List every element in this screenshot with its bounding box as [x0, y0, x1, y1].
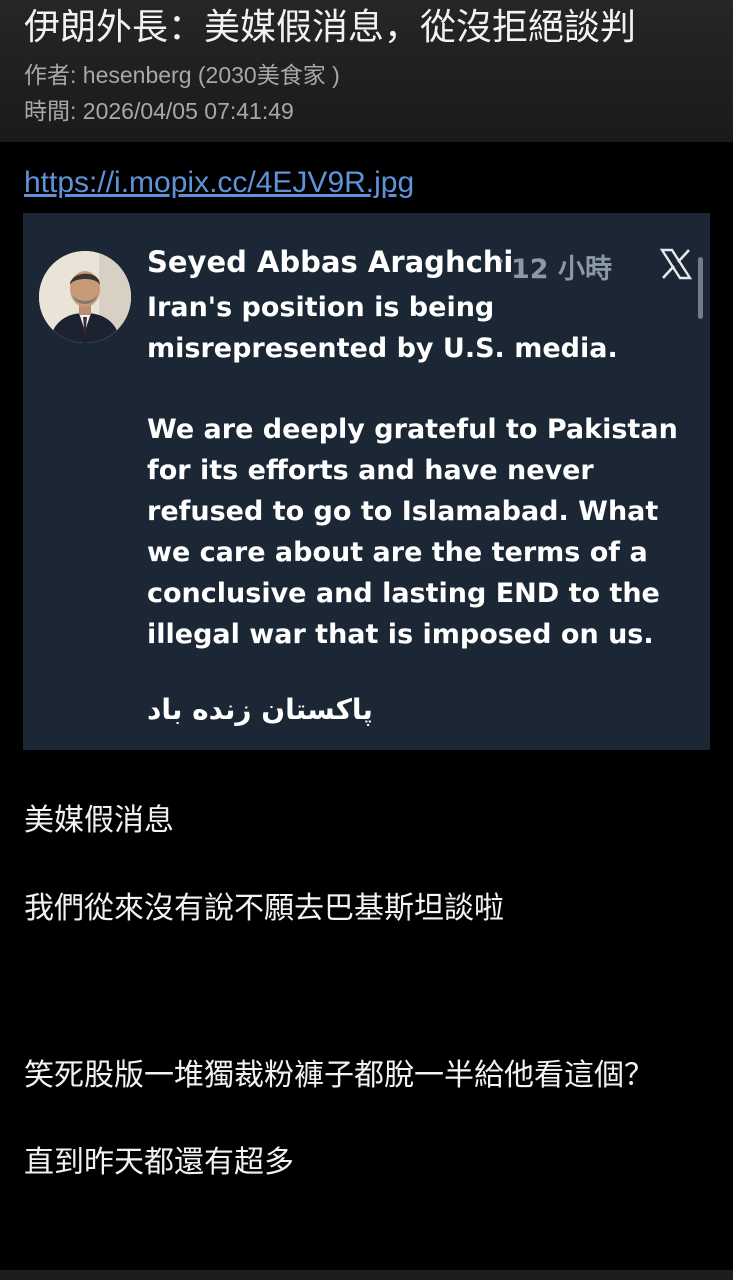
bottom-bar — [0, 1270, 733, 1280]
image-link[interactable]: https://i.mopix.cc/4EJV9R.jpg — [24, 163, 414, 203]
tweet-time: 12 小時 — [511, 254, 612, 285]
post-line-3: 笑死股版一堆獨裁粉褲子都脫一半給他看這個？ — [24, 1058, 654, 1093]
post-title: 伊朗外長：美媒假消息，從沒拒絕談判 — [24, 7, 637, 48]
tweet-urdu-line: پاکستان زنده باد — [147, 693, 373, 726]
tweet-screenshot[interactable]: Seyed Abbas Araghchi · 12 小時 Iran's posi… — [23, 213, 710, 750]
page: 伊朗外長：美媒假消息，從沒拒絕談判 作者: hesenberg (2030美食家… — [0, 0, 733, 1280]
post-author: 作者: hesenberg (2030美食家 ) — [24, 62, 340, 88]
post-time: 時間: 2026/04/05 07:41:49 — [24, 98, 294, 124]
tweet-separator: · — [497, 247, 506, 277]
tweet-paragraph-1: Iran's position is being misrepresented … — [147, 292, 618, 364]
avatar — [39, 251, 131, 343]
post-line-2: 我們從來沒有說不願去巴基斯坦談啦 — [24, 891, 504, 926]
x-logo-icon — [659, 248, 693, 280]
tweet-author: Seyed Abbas Araghchi — [147, 245, 514, 279]
tweet-scrollbar[interactable] — [698, 257, 703, 319]
tweet-body: Iran's position is being misrepresented … — [147, 287, 692, 655]
avatar-portrait-icon — [39, 251, 131, 343]
post-header: 伊朗外長：美媒假消息，從沒拒絕談判 作者: hesenberg (2030美食家… — [0, 0, 733, 142]
tweet-paragraph-2: We are deeply grateful to Pakistan for i… — [147, 414, 678, 650]
post-line-4: 直到昨天都還有超多 — [24, 1145, 294, 1180]
x-icon[interactable] — [659, 247, 693, 281]
post-line-1: 美媒假消息 — [24, 803, 174, 838]
